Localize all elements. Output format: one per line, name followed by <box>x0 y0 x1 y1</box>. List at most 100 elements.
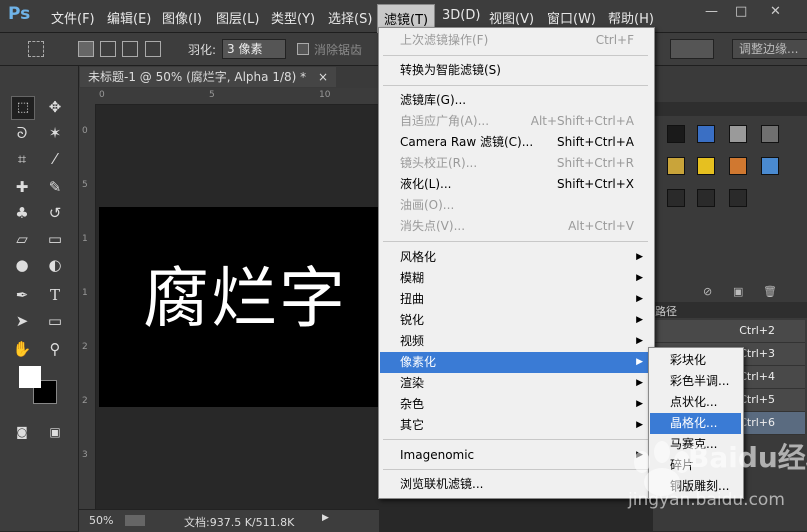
crop-tool-icon[interactable]: ⌗ <box>11 148 33 170</box>
intersect-selection-icon[interactable] <box>145 41 161 57</box>
status-arrow-icon[interactable]: ▶ <box>322 513 329 523</box>
screen-mode-icon[interactable]: ▣ <box>44 421 66 443</box>
menu-item-convert-smart-filter[interactable]: 转换为智能滤镜(S) <box>380 60 651 81</box>
menu-item-video[interactable]: 视频 ▶ <box>380 331 651 352</box>
feather-input[interactable]: 3 像素 <box>222 39 286 59</box>
ruler-number: 5 <box>82 180 88 190</box>
style-swatch[interactable] <box>729 189 747 207</box>
close-tab-icon[interactable]: × <box>318 70 328 84</box>
zoom-level[interactable]: 50% <box>89 514 113 527</box>
style-swatch[interactable] <box>697 125 715 143</box>
menu-item-pixelate[interactable]: 像素化 ▶ <box>380 352 651 373</box>
paths-tab-label[interactable]: 路径 <box>655 303 677 319</box>
rect-marquee-tool-icon[interactable]: ⬚ <box>11 96 35 120</box>
menu-item-distort[interactable]: 扭曲 ▶ <box>380 289 651 310</box>
style-swatch[interactable] <box>667 125 685 143</box>
rectangle-shape-tool-icon[interactable]: ▭ <box>44 310 66 332</box>
menu-help[interactable]: 帮助(H) <box>608 8 654 27</box>
menu-file[interactable]: 文件(F) <box>51 8 95 27</box>
menu-item-filter-gallery[interactable]: 滤镜库(G)... <box>380 90 651 111</box>
style-swatch[interactable] <box>667 157 685 175</box>
eyedropper-tool-icon[interactable]: ⁄ <box>44 148 66 170</box>
trash-icon[interactable]: 🗑 <box>763 285 777 298</box>
marquee-preset-icon[interactable] <box>28 41 44 57</box>
path-selection-tool-icon[interactable]: ➤ <box>11 310 33 332</box>
menu-3d[interactable]: 3D(D) <box>442 8 480 23</box>
menu-item-stylize[interactable]: 风格化 ▶ <box>380 247 651 268</box>
foreground-color-swatch[interactable] <box>19 366 41 388</box>
new-style-icon[interactable]: ▣ <box>733 285 743 298</box>
brush-tool-icon[interactable]: ✎ <box>44 176 66 198</box>
refine-edge-button[interactable]: 调整边缘... <box>732 39 807 59</box>
style-swatch[interactable] <box>697 157 715 175</box>
style-swatch[interactable] <box>761 125 779 143</box>
baidu-watermark: Baidu经验 jingyan.baidu.com <box>618 432 807 522</box>
menu-type[interactable]: 类型(Y) <box>271 8 315 27</box>
menu-edit[interactable]: 编辑(E) <box>107 8 151 27</box>
menu-item-imagenomic[interactable]: Imagenomic▶ <box>380 445 651 466</box>
style-swatch[interactable] <box>697 189 715 207</box>
menu-item-sharpen[interactable]: 锐化 ▶ <box>380 310 651 331</box>
pen-tool-icon[interactable]: ✒ <box>11 284 33 306</box>
menu-layer[interactable]: 图层(L) <box>216 8 259 27</box>
subtract-selection-icon[interactable] <box>122 41 138 57</box>
menu-window[interactable]: 窗口(W) <box>547 8 596 27</box>
status-icon <box>125 515 145 526</box>
style-swatch[interactable] <box>761 157 779 175</box>
style-swatch[interactable] <box>729 157 747 175</box>
menu-item-other[interactable]: 其它 ▶ <box>380 415 651 436</box>
submenu-item-crystallize[interactable]: 晶格化... <box>650 413 741 434</box>
close-window-button[interactable]: ✕ <box>770 4 781 19</box>
new-selection-icon[interactable] <box>78 41 94 57</box>
menu-item-lens-correction[interactable]: 镜头校正(R)... Shift+Ctrl+R <box>380 153 651 174</box>
add-selection-icon[interactable] <box>100 41 116 57</box>
menu-select[interactable]: 选择(S) <box>328 8 372 27</box>
watermark-url: jingyan.baidu.com <box>628 490 785 510</box>
submenu-item-pointillize[interactable]: 点状化... <box>650 392 741 413</box>
dodge-tool-icon[interactable]: ◐ <box>44 254 66 276</box>
menu-item-oil-paint[interactable]: 油画(O)... <box>380 195 651 216</box>
type-tool-icon[interactable]: T <box>44 284 66 306</box>
healing-brush-tool-icon[interactable]: ✚ <box>11 176 33 198</box>
submenu-item-color-halftone[interactable]: 彩色半调... <box>650 371 741 392</box>
document-canvas[interactable]: 腐烂字 <box>99 207 379 407</box>
panel-header: 路径 <box>653 302 807 318</box>
menu-item-noise[interactable]: 杂色 ▶ <box>380 394 651 415</box>
channel-row[interactable]: Ctrl+2 <box>655 320 805 343</box>
submenu-arrow-icon: ▶ <box>636 252 643 262</box>
menu-item-browse-online-filters[interactable]: 浏览联机滤镜... <box>380 474 651 495</box>
zoom-tool-icon[interactable]: ⚲ <box>44 338 66 360</box>
clone-stamp-tool-icon[interactable]: ♣ <box>11 202 33 224</box>
style-swatch[interactable] <box>729 125 747 143</box>
menu-item-liquify[interactable]: 液化(L)... Shift+Ctrl+X <box>380 174 651 195</box>
move-tool-icon[interactable]: ✥ <box>44 96 66 118</box>
submenu-item-facet[interactable]: 彩块化 <box>650 350 741 371</box>
menu-image[interactable]: 图像(I) <box>162 8 202 27</box>
delete-style-icon[interactable]: ⊘ <box>703 285 712 298</box>
maximize-button[interactable]: □ <box>735 4 747 19</box>
style-swatch[interactable] <box>667 189 685 207</box>
menu-item-last-filter[interactable]: 上次滤镜操作(F) Ctrl+F <box>380 30 651 51</box>
gradient-tool-icon[interactable]: ▭ <box>44 228 66 250</box>
lasso-tool-icon[interactable]: ᘐ <box>11 122 33 144</box>
blur-tool-icon[interactable]: ● <box>11 254 33 276</box>
history-brush-tool-icon[interactable]: ↺ <box>44 202 66 224</box>
submenu-arrow-icon: ▶ <box>636 294 643 304</box>
submenu-arrow-icon: ▶ <box>636 378 643 388</box>
quick-mask-icon[interactable]: ◙ <box>11 421 33 443</box>
channel-shortcut: Ctrl+5 <box>739 393 775 406</box>
menu-view[interactable]: 视图(V) <box>489 8 534 27</box>
magic-wand-tool-icon[interactable]: ✶ <box>44 122 66 144</box>
document-tab[interactable]: 未标题-1 @ 50% (腐烂字, Alpha 1/8) * × <box>80 67 337 87</box>
menu-item-blur[interactable]: 模糊 ▶ <box>380 268 651 289</box>
menu-item-camera-raw[interactable]: Camera Raw 滤镜(C)... Shift+Ctrl+A <box>380 132 651 153</box>
photoshop-logo: Ps <box>8 4 31 24</box>
minimize-button[interactable]: — <box>705 4 718 19</box>
menu-item-adaptive-wide-angle[interactable]: 自适应广角(A)... Alt+Shift+Ctrl+A <box>380 111 651 132</box>
antialias-checkbox[interactable] <box>297 43 309 55</box>
height-input[interactable] <box>670 39 714 59</box>
menu-item-render[interactable]: 渲染 ▶ <box>380 373 651 394</box>
menu-item-vanishing-point[interactable]: 消失点(V)... Alt+Ctrl+V <box>380 216 651 237</box>
hand-tool-icon[interactable]: ✋ <box>11 338 33 360</box>
eraser-tool-icon[interactable]: ▱ <box>11 228 33 250</box>
